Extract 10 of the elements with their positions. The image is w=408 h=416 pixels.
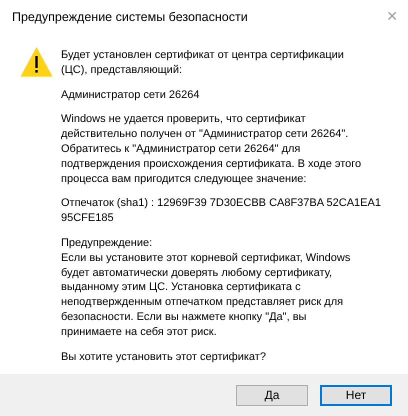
message-paragraph: Вы хотите установить этот сертификат? <box>61 350 267 364</box>
message-paragraph: Предупреждение: Если вы установите этот корневой сертификат, Windows будет автоматически доверять любому сертификату, выданному этим ЦС. Установка сертификата с неподтвержденным отпечатком представляет риск для безопасности. Если вы нажмете кнопку "Да", вы принимаете на себя этот риск. <box>61 236 352 340</box>
window-title: Предупреждение системы безопасности <box>12 10 248 24</box>
message-paragraph: Будет установлен сертификат от центра сертификации (ЦС), представляющий: <box>61 48 345 78</box>
yes-button[interactable]: Да <box>236 384 308 406</box>
warning-icon <box>20 46 53 77</box>
message-paragraph: Windows не удается проверить, что сертификат действительно получен от "Администратор сети 26264". Обратитесь к "Администратор сети 26264" для подтверждения происхождения сертификата. В ходе этого процесса вам пригодится следующее значение: <box>61 112 362 186</box>
message-paragraph: Отпечаток (sha1) : 12969F39 7D30ECBB CA8F37BA 52CA1EA1 95CFE185 <box>61 196 381 226</box>
message-paragraph: Администратор сети 26264 <box>61 88 200 102</box>
no-button[interactable]: Нет <box>320 384 392 406</box>
